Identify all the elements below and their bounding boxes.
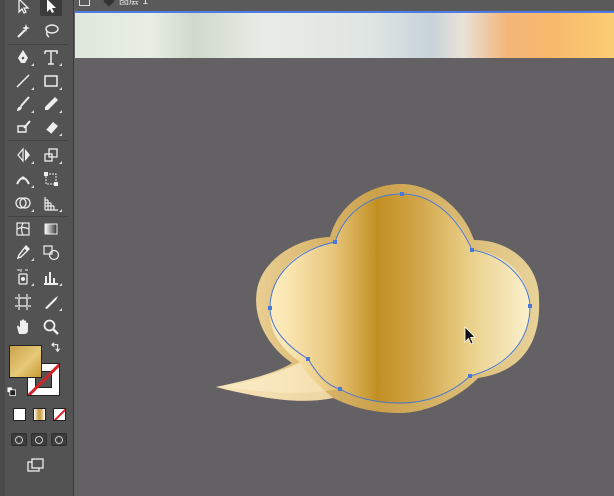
swap-arrow-icon [51,342,61,353]
placed-image-strip[interactable] [75,13,614,58]
shape-builder-tool-icon [15,197,31,209]
line-segment-tool-icon [16,74,30,88]
screen-mode-icon [27,458,44,472]
pen-tool-icon [18,50,28,63]
lasso-tool-button[interactable] [40,21,62,41]
anchor-point [470,248,474,252]
pencil-tool-icon [45,97,58,110]
paintbrush-tool-icon [17,96,30,111]
rotate-tool-button[interactable] [12,145,34,165]
layer-label[interactable]: 图层 1 [119,0,149,8]
type-tool-icon [44,50,58,65]
width-tool-icon [16,176,30,185]
column-graph-tool-icon [44,272,58,285]
rectangle-tool-icon [44,75,58,87]
draw-inside-button[interactable] [51,433,67,446]
anchor-point [306,357,310,361]
fill-color-swatch[interactable] [9,345,42,378]
column-graph-tool-button[interactable] [40,267,62,287]
symbol-sprayer-tool-button[interactable] [12,267,34,287]
blob-brush-tool-button[interactable] [12,117,34,137]
line-segment-tool-button[interactable] [12,71,34,91]
eraser-tool-button[interactable] [40,117,62,137]
blend-tool-icon [43,245,60,261]
hand-tool-icon [17,319,28,334]
swap-fill-stroke-button[interactable] [48,341,62,355]
lasso-tool-icon [45,24,59,38]
gradient-tool-button[interactable] [40,219,62,239]
scale-tool-button[interactable] [40,145,62,165]
draw-normal-button[interactable] [11,433,27,446]
artboard-tool-icon [15,294,31,310]
panel-grip[interactable] [0,0,5,496]
none-mode-button[interactable] [53,408,66,421]
rotate-tool-icon [17,147,30,163]
anchor-point [268,306,272,310]
mesh-tool-icon [16,222,30,236]
artboard-tool-button[interactable] [12,292,34,312]
anchor-point [400,192,404,196]
layers-icon [103,0,115,7]
anchor-point [338,387,342,391]
selection-tool-button[interactable] [12,0,34,16]
scale-tool-icon [44,148,58,162]
blend-tool-button[interactable] [40,242,62,262]
artboard-canvas[interactable] [75,59,614,496]
eyedropper-tool-icon [16,244,30,260]
pen-tool-button[interactable] [12,47,34,67]
paintbrush-tool-button[interactable] [12,94,34,114]
zoom-tool-button[interactable] [40,317,62,337]
slice-tool-icon [45,296,58,309]
layer-bar: 图层 1 [75,0,614,13]
color-mode-button[interactable] [13,408,26,421]
symbol-sprayer-tool-icon [17,269,28,285]
default-fill-stroke-button[interactable] [5,385,19,399]
perspective-grid-tool-button[interactable] [40,193,62,213]
zoom-tool-icon [43,319,59,335]
mesh-tool-button[interactable] [12,219,34,239]
draw-behind-button[interactable] [31,433,47,446]
direct-selection-tool-icon [47,0,56,13]
tools-separator [8,216,68,217]
anchor-point [528,304,532,308]
blob-brush-tool-icon [17,120,31,133]
magic-wand-tool-button[interactable] [12,21,34,41]
change-screen-mode-button[interactable] [24,455,46,475]
anchor-point [333,240,337,244]
gradient-mode-button[interactable] [33,408,46,421]
perspective-grid-tool-icon [44,197,58,211]
selection-tool-icon [18,0,30,14]
eyedropper-tool-button[interactable] [12,242,34,262]
tools-separator [8,44,68,45]
magic-wand-tool-icon [17,24,30,38]
default-colors-icon [7,387,16,396]
tools-panel [0,0,74,496]
gradient-tool-icon [44,223,58,235]
collapse-icon[interactable] [79,0,90,6]
slice-tool-button[interactable] [40,292,62,312]
type-tool-button[interactable] [40,47,62,67]
pencil-tool-button[interactable] [40,94,62,114]
none-slash-icon [54,409,65,420]
rectangle-tool-button[interactable] [40,71,62,91]
hand-tool-button[interactable] [12,317,34,337]
free-transform-tool-icon [44,172,58,186]
anchor-point [468,374,472,378]
direct-selection-tool-button[interactable] [40,0,62,16]
free-transform-tool-button[interactable] [40,169,62,189]
tools-separator [8,140,68,141]
shape-builder-tool-button[interactable] [12,193,34,213]
eraser-tool-icon [45,122,58,135]
width-tool-button[interactable] [12,169,34,189]
